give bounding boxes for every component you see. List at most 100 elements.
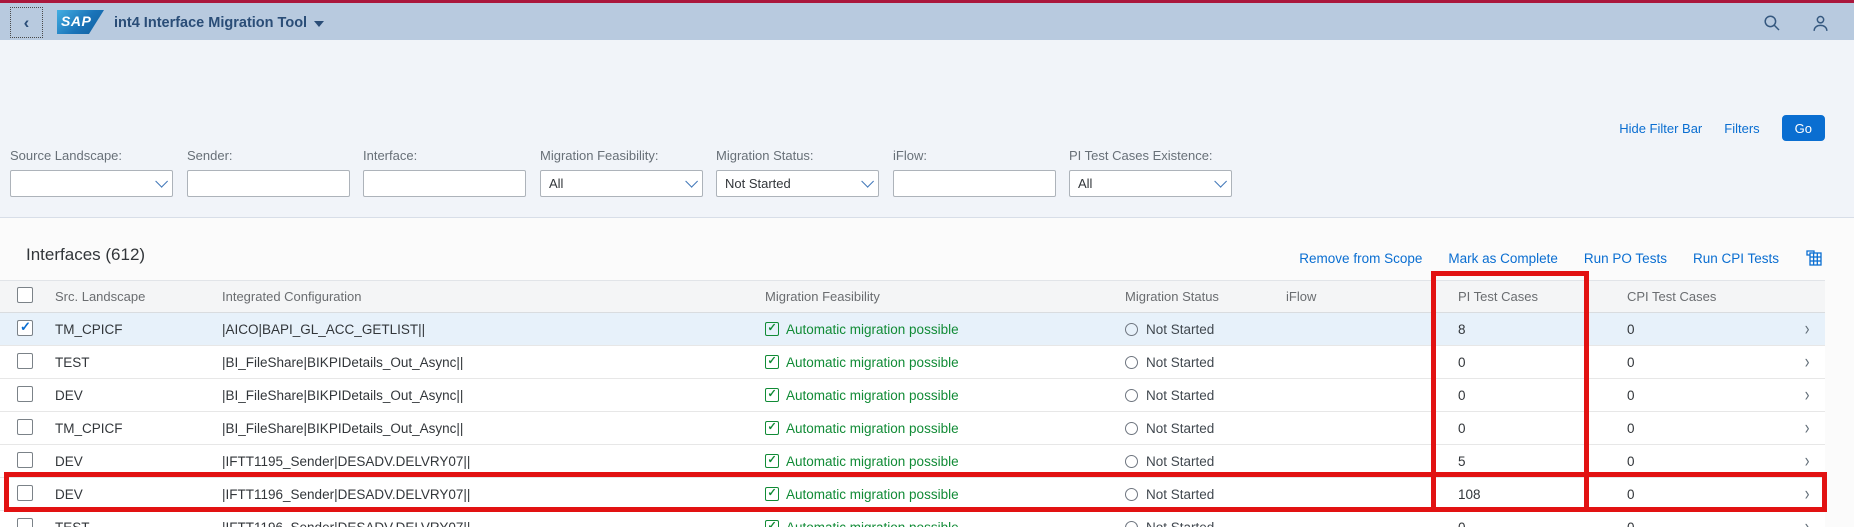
- row-navigation-chevron-icon[interactable]: [1805, 419, 1810, 438]
- sender-input[interactable]: [187, 170, 350, 197]
- cell-src-landscape: TEST: [55, 520, 222, 527]
- column-header-iflow[interactable]: iFlow: [1286, 289, 1434, 304]
- filter-label: Sender:: [187, 148, 350, 163]
- filter-label: Migration Feasibility:: [540, 148, 703, 163]
- cell-integrated-configuration: |IFTT1196_Sender|DESADV.DELVRY07||: [222, 487, 765, 502]
- cell-migration-status: Not Started: [1125, 487, 1286, 502]
- cell-migration-status: Not Started: [1125, 421, 1286, 436]
- title-dropdown-icon: [314, 21, 324, 27]
- green-check-icon: [765, 487, 779, 501]
- search-icon[interactable]: [1763, 14, 1781, 32]
- cell-src-landscape: TEST: [55, 355, 222, 370]
- shell-header: ‹ SAP int4 Interface Migration Tool: [0, 0, 1854, 40]
- run-po-tests-button[interactable]: Run PO Tests: [1584, 251, 1667, 266]
- status-circle-icon: [1125, 323, 1138, 336]
- table-row[interactable]: DEV |BI_FileShare|BIKPIDetails_Out_Async…: [0, 379, 1825, 412]
- row-navigation-chevron-icon[interactable]: [1805, 518, 1810, 527]
- filter-bar-actions: Hide Filter Bar Filters Go: [1619, 115, 1825, 141]
- column-header-src-landscape[interactable]: Src. Landscape: [55, 289, 222, 304]
- table-header-row: Src. Landscape Integrated Configuration …: [0, 280, 1825, 313]
- filter-field-source-landscape: Source Landscape:: [10, 148, 173, 197]
- export-to-spreadsheet-icon[interactable]: [1805, 249, 1824, 268]
- hide-filter-bar-link[interactable]: Hide Filter Bar: [1619, 121, 1702, 136]
- row-navigation-chevron-icon[interactable]: [1805, 485, 1810, 504]
- pi-test-cases-existence-select[interactable]: All: [1069, 170, 1232, 197]
- app-page: ‹ SAP int4 Interface Migration Tool Hide…: [0, 0, 1854, 527]
- cell-pi-test-cases: 108: [1434, 487, 1606, 502]
- row-checkbox[interactable]: [17, 485, 33, 501]
- migration-feasibility-select[interactable]: All: [540, 170, 703, 197]
- interface-input[interactable]: [363, 170, 526, 197]
- row-checkbox[interactable]: [17, 320, 33, 336]
- remove-from-scope-button[interactable]: Remove from Scope: [1299, 251, 1422, 266]
- cell-pi-test-cases: 5: [1434, 454, 1606, 469]
- status-circle-icon: [1125, 389, 1138, 402]
- column-header-migration-status[interactable]: Migration Status: [1125, 289, 1286, 304]
- cell-integrated-configuration: |IFTT1195_Sender|DESADV.DELVRY07||: [222, 454, 765, 469]
- filter-label: PI Test Cases Existence:: [1069, 148, 1232, 163]
- mark-as-complete-button[interactable]: Mark as Complete: [1448, 251, 1558, 266]
- column-header-pi-test-cases[interactable]: PI Test Cases: [1434, 289, 1606, 304]
- table-toolbar: Remove from Scope Mark as Complete Run P…: [1299, 249, 1824, 268]
- table-row[interactable]: TEST |BI_FileShare|BIKPIDetails_Out_Asyn…: [0, 346, 1825, 379]
- sap-logo-text: SAP: [61, 13, 91, 29]
- cell-cpi-test-cases: 0: [1606, 355, 1790, 370]
- user-profile-icon[interactable]: [1811, 14, 1830, 33]
- row-checkbox[interactable]: [17, 386, 33, 402]
- table-row[interactable]: DEV |IFTT1195_Sender|DESADV.DELVRY07|| A…: [0, 445, 1825, 478]
- table-row[interactable]: TM_CPICF |AICO|BAPI_GL_ACC_GETLIST|| Aut…: [0, 313, 1825, 346]
- select-all-checkbox[interactable]: [17, 287, 33, 303]
- green-check-icon: [765, 388, 779, 402]
- column-header-integrated-configuration[interactable]: Integrated Configuration: [222, 289, 765, 304]
- row-navigation-chevron-icon[interactable]: [1805, 452, 1810, 471]
- green-check-icon: [765, 520, 779, 527]
- cell-src-landscape: DEV: [55, 454, 222, 469]
- row-checkbox[interactable]: [17, 353, 33, 369]
- filter-field-interface: Interface:: [363, 148, 526, 197]
- cell-migration-status: Not Started: [1125, 355, 1286, 370]
- status-circle-icon: [1125, 422, 1138, 435]
- cell-migration-feasibility: Automatic migration possible: [765, 487, 1125, 502]
- table-row[interactable]: TEST |IFTT1196_Sender|DESADV.DELVRY07|| …: [0, 511, 1825, 527]
- select-value: All: [1078, 176, 1092, 191]
- table-row[interactable]: TM_CPICF |BI_FileShare|BIKPIDetails_Out_…: [0, 412, 1825, 445]
- row-checkbox[interactable]: [17, 452, 33, 468]
- app-title-menu[interactable]: int4 Interface Migration Tool: [114, 3, 324, 43]
- status-circle-icon: [1125, 356, 1138, 369]
- run-cpi-tests-button[interactable]: Run CPI Tests: [1693, 251, 1779, 266]
- cell-src-landscape: DEV: [55, 487, 222, 502]
- chevron-down-icon: [685, 175, 698, 188]
- green-check-icon: [765, 454, 779, 468]
- status-circle-icon: [1125, 455, 1138, 468]
- filter-field-pi-test-cases-existence: PI Test Cases Existence: All: [1069, 148, 1232, 197]
- cell-cpi-test-cases: 0: [1606, 487, 1790, 502]
- back-button[interactable]: ‹: [10, 7, 43, 38]
- table-section: Interfaces (612) Remove from Scope Mark …: [0, 219, 1854, 527]
- cell-migration-feasibility: Automatic migration possible: [765, 388, 1125, 403]
- row-checkbox[interactable]: [17, 518, 33, 527]
- column-header-migration-feasibility[interactable]: Migration Feasibility: [765, 289, 1125, 304]
- sap-logo[interactable]: SAP: [57, 10, 104, 34]
- table-row-highlighted[interactable]: DEV |IFTT1196_Sender|DESADV.DELVRY07|| A…: [0, 478, 1825, 511]
- row-navigation-chevron-icon[interactable]: [1805, 353, 1810, 372]
- select-value: All: [549, 176, 563, 191]
- row-navigation-chevron-icon[interactable]: [1805, 320, 1810, 339]
- row-navigation-chevron-icon[interactable]: [1805, 386, 1810, 405]
- chevron-down-icon: [861, 175, 874, 188]
- table-title: Interfaces (612): [26, 245, 145, 265]
- migration-status-select[interactable]: Not Started: [716, 170, 879, 197]
- filter-field-migration-feasibility: Migration Feasibility: All: [540, 148, 703, 197]
- filters-link[interactable]: Filters: [1724, 121, 1759, 136]
- app-title: int4 Interface Migration Tool: [114, 2, 307, 44]
- filter-label: iFlow:: [893, 148, 1056, 163]
- cell-integrated-configuration: |BI_FileShare|BIKPIDetails_Out_Async||: [222, 388, 765, 403]
- green-check-icon: [765, 355, 779, 369]
- filter-label: Interface:: [363, 148, 526, 163]
- cell-migration-feasibility: Automatic migration possible: [765, 421, 1125, 436]
- iflow-input[interactable]: [893, 170, 1056, 197]
- filter-bar: Hide Filter Bar Filters Go Source Landsc…: [0, 40, 1854, 218]
- row-checkbox[interactable]: [17, 419, 33, 435]
- source-landscape-select[interactable]: [10, 170, 173, 197]
- column-header-cpi-test-cases[interactable]: CPI Test Cases: [1606, 289, 1790, 304]
- go-button[interactable]: Go: [1782, 115, 1825, 141]
